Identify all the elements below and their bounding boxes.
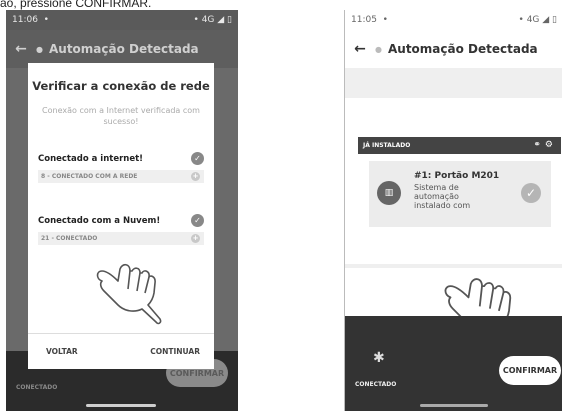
check-icon: ✓ <box>191 214 204 227</box>
status-time: 11:05 <box>351 15 377 25</box>
gear-icon[interactable]: ⚙ <box>545 140 557 150</box>
device-title: #1: Portão M201 <box>414 171 500 181</box>
phone-screen-installed: 11:05 • • 4G ◢ ▯ ← ● Automação Detectada… <box>344 10 562 411</box>
title-dot-icon: ● <box>36 44 43 54</box>
installed-device-card[interactable]: ▥ #1: Portão M201 Sistema de automação i… <box>369 161 551 227</box>
cloud-status-value: 21 - CONECTADO <box>41 235 98 242</box>
internet-status-row: Conectado a internet! ✓ <box>38 152 204 165</box>
back-button[interactable]: VOLTAR <box>46 347 78 356</box>
bottom-bar: ✱ CONECTADO CONFIRMAR <box>345 316 562 411</box>
device-description: Sistema de automação instalado com <box>414 183 471 210</box>
back-arrow-icon[interactable]: ← <box>345 41 375 57</box>
device-icon: ▥ <box>377 181 401 205</box>
page-title: Automação Detectada <box>48 42 199 56</box>
internet-status-label: Conectado a internet! <box>38 154 144 164</box>
check-icon: ✓ <box>191 152 204 165</box>
section-title: JÁ INSTALADO <box>363 142 411 149</box>
plus-icon[interactable]: + <box>191 234 200 243</box>
status-time: 11:06 <box>12 15 38 25</box>
cloud-status-field[interactable]: 21 - CONECTADO + <box>38 232 204 245</box>
check-icon: ✓ <box>521 183 541 203</box>
cloud-status-label: Conectado com a Nuvem! <box>38 216 161 226</box>
dialog-subtitle: Conexão com a Internet verificada com su… <box>42 106 200 126</box>
status-bar: 11:05 • • 4G ◢ ▯ <box>345 10 562 30</box>
phone-screen-network-check: 11:06 • • 4G ◢ ▯ ← ● Automação Detectada… <box>6 10 238 411</box>
nav-gesture-bar <box>86 404 156 407</box>
internet-status-field[interactable]: 8 - CONECTADO COM A REDE + <box>38 170 204 183</box>
installed-section-header: JÁ INSTALADO ⚭⚙ <box>358 137 561 154</box>
status-network: • 4G ◢ ▯ <box>193 15 232 25</box>
cloud-status-row: Conectado com a Nuvem! ✓ <box>38 214 204 227</box>
hand-pointer-icon <box>96 263 162 325</box>
connection-status-label: CONECTADO <box>355 381 397 388</box>
continue-button[interactable]: CONTINUAR <box>150 347 200 356</box>
nav-gesture-bar <box>420 404 488 407</box>
plus-icon[interactable]: + <box>191 172 200 181</box>
dialog-title: Verificar a conexão de rede <box>32 79 210 93</box>
internet-status-value: 8 - CONECTADO COM A REDE <box>41 173 138 180</box>
instruction-caption: ão, pressione CONFIRMAR. <box>0 0 152 10</box>
status-dot: • <box>43 15 49 25</box>
status-dot: • <box>382 15 388 25</box>
network-check-dialog: Verificar a conexão de rede Conexão com … <box>28 63 214 369</box>
dialog-divider <box>28 333 214 334</box>
title-dot-icon: ● <box>375 44 382 54</box>
status-bar: 11:06 • • 4G ◢ ▯ <box>6 10 238 30</box>
bluetooth-icon: ✱ <box>373 350 385 366</box>
confirm-button[interactable]: CONFIRMAR <box>499 356 561 385</box>
connection-status-label: CONECTADO <box>16 384 58 391</box>
link-icon[interactable]: ⚭ <box>533 140 545 150</box>
page-title: Automação Detectada <box>387 42 538 56</box>
status-network: • 4G ◢ ▯ <box>518 15 557 25</box>
back-arrow-icon[interactable]: ← <box>6 41 36 57</box>
app-bar: ← ● Automação Detectada <box>345 30 562 69</box>
